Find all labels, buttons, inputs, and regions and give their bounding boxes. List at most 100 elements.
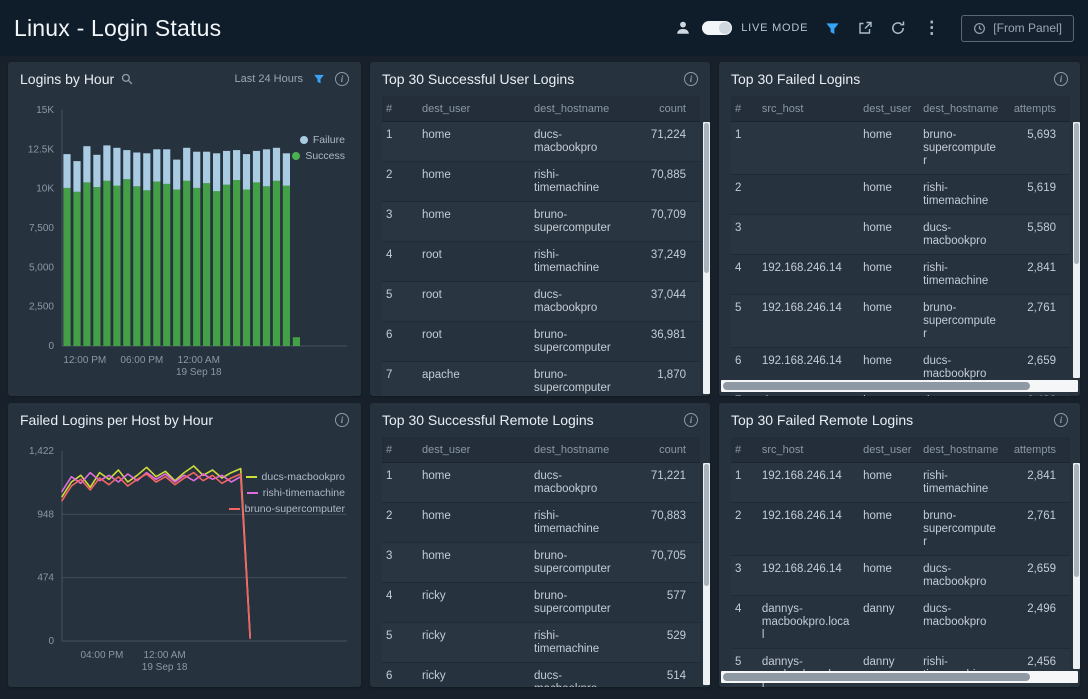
svg-text:0: 0 (48, 636, 54, 647)
refresh-icon[interactable] (890, 20, 906, 36)
zoom-icon[interactable] (121, 73, 133, 85)
scroll-thumb[interactable] (1074, 464, 1079, 577)
info-icon[interactable]: i (335, 413, 349, 427)
table-row[interactable]: 2homerishi-timemachine70,885 (382, 162, 700, 202)
chart-legend: FailureSuccess (292, 134, 345, 162)
time-range-selector[interactable]: [From Panel] (961, 15, 1074, 42)
table-cell: home (859, 503, 919, 556)
column-header[interactable]: dest_hostname (919, 96, 1006, 122)
vertical-scrollbar[interactable] (703, 122, 710, 394)
table-row[interactable]: 5rickyrishi-timemachine529 (382, 623, 700, 663)
table-cell: 71,221 (628, 463, 700, 503)
column-header[interactable]: # (382, 96, 418, 122)
table-cell: 4 (382, 583, 418, 623)
column-header[interactable]: dest_hostname (530, 96, 628, 122)
table-row[interactable]: 3192.168.246.14homeducs-macbookpro2,659 (731, 556, 1070, 596)
table-cell: 2,496 (1006, 596, 1070, 649)
table-row[interactable]: 1homebruno-supercomputer5,693 (731, 122, 1070, 175)
column-header[interactable]: src_host (758, 96, 859, 122)
scroll-thumb[interactable] (704, 464, 709, 586)
table-row[interactable]: 2homerishi-timemachine70,883 (382, 503, 700, 543)
column-header[interactable]: dest_hostname (919, 437, 1006, 463)
column-header[interactable]: count (628, 96, 700, 122)
table-cell: 70,885 (628, 162, 700, 202)
column-header[interactable]: count (628, 437, 700, 463)
info-icon[interactable]: i (1054, 413, 1068, 427)
panel-successful-remote-logins: Top 30 Successful Remote Logins i #dest_… (370, 403, 710, 687)
svg-text:7,500: 7,500 (29, 223, 54, 234)
table-cell: ducs-macbookpro (530, 463, 628, 503)
svg-text:15K: 15K (36, 105, 54, 116)
panel-filter-icon[interactable] (313, 73, 325, 85)
table-row[interactable]: 1192.168.246.14homerishi-timemachine2,84… (731, 463, 1070, 503)
column-header[interactable]: src_host (758, 437, 859, 463)
table-row[interactable]: 4192.168.246.14homerishi-timemachine2,84… (731, 255, 1070, 295)
table-cell: 192.168.246.14 (758, 295, 859, 348)
table-row[interactable]: 4rootrishi-timemachine37,249 (382, 242, 700, 282)
scroll-thumb[interactable] (723, 382, 1030, 390)
table-cell: ducs-macbookpro (919, 596, 1006, 649)
info-icon[interactable]: i (684, 72, 698, 86)
table-row[interactable]: 4dannys-macbookpro.localdannyducs-macboo… (731, 596, 1070, 649)
table-row[interactable]: 2192.168.246.14homebruno-supercomputer2,… (731, 503, 1070, 556)
panel-title: Top 30 Failed Remote Logins (731, 412, 913, 428)
panel-header: Failed Logins per Host by Hour i (8, 403, 361, 437)
column-header[interactable]: # (731, 96, 758, 122)
horizontal-scrollbar[interactable] (721, 671, 1078, 683)
panel-logins-by-hour: Logins by Hour Last 24 Hours i 15K12.5K1… (8, 62, 361, 396)
horizontal-scrollbar[interactable] (721, 380, 1078, 392)
column-header[interactable]: dest_user (859, 437, 919, 463)
table-cell: 192.168.246.14 (758, 556, 859, 596)
table-row[interactable]: 1homeducs-macbookpro71,221 (382, 463, 700, 503)
info-icon[interactable]: i (1054, 72, 1068, 86)
scroll-thumb[interactable] (723, 673, 1030, 681)
table-cell: 4 (382, 242, 418, 282)
scroll-thumb[interactable] (704, 123, 709, 273)
column-header[interactable]: dest_user (859, 96, 919, 122)
panel-time-range[interactable]: Last 24 Hours (235, 73, 303, 85)
table-cell: 192.168.246.14 (758, 503, 859, 556)
table-row[interactable]: 3homeducs-macbookpro5,580 (731, 215, 1070, 255)
filter-icon[interactable] (825, 21, 840, 36)
table-row[interactable]: 3homebruno-supercomputer70,705 (382, 543, 700, 583)
share-icon[interactable] (857, 20, 873, 36)
info-icon[interactable]: i (335, 72, 349, 86)
panel-title: Logins by Hour (20, 71, 114, 87)
column-header[interactable]: attempts (1006, 437, 1070, 463)
table-cell: bruno-supercomputer (530, 583, 628, 623)
table-clip: #src_hostdest_userdest_hostnameattempts1… (719, 437, 1080, 687)
vertical-scrollbar[interactable] (1073, 463, 1080, 669)
table-row[interactable]: 5192.168.246.14homebruno-supercomputer2,… (731, 295, 1070, 348)
column-header[interactable]: dest_user (418, 96, 530, 122)
column-header[interactable]: dest_hostname (530, 437, 628, 463)
more-menu-icon[interactable]: ⋮ (923, 18, 940, 38)
table-cell: home (418, 202, 530, 242)
vertical-scrollbar[interactable] (1073, 122, 1080, 378)
table-cell: ricky (418, 623, 530, 663)
column-header[interactable]: # (382, 437, 418, 463)
live-mode-toggle[interactable] (702, 21, 732, 35)
table-row[interactable]: 3homebruno-supercomputer70,709 (382, 202, 700, 242)
table-row[interactable]: 7apachebruno-supercomputer1,870 (382, 362, 700, 397)
panel-title: Top 30 Successful User Logins (382, 71, 574, 87)
table-row[interactable]: 5rootducs-macbookpro37,044 (382, 282, 700, 322)
toggle-knob (719, 22, 731, 34)
table-row[interactable]: 1homeducs-macbookpro71,224 (382, 122, 700, 162)
table-header-row: #src_hostdest_userdest_hostnameattempts (731, 437, 1070, 463)
column-header[interactable]: dest_user (418, 437, 530, 463)
table-row[interactable]: 6rootbruno-supercomputer36,981 (382, 322, 700, 362)
user-icon[interactable] (675, 20, 691, 36)
table-row[interactable]: 2homerishi-timemachine5,619 (731, 175, 1070, 215)
table-header-row: #dest_userdest_hostnamecount (382, 96, 700, 122)
dashboard-grid: Logins by Hour Last 24 Hours i 15K12.5K1… (0, 56, 1088, 699)
table-row[interactable]: 6rickyducs-macbookpro514 (382, 663, 700, 688)
table-row[interactable]: 4rickybruno-supercomputer577 (382, 583, 700, 623)
info-icon[interactable]: i (684, 413, 698, 427)
column-header[interactable]: # (731, 437, 758, 463)
column-header[interactable]: attempts (1006, 96, 1070, 122)
legend-item: Failure (300, 134, 345, 146)
table-cell: ducs-macbookpro (530, 122, 628, 162)
panel-failed-logins-per-host: Failed Logins per Host by Hour i 1,42294… (8, 403, 361, 687)
vertical-scrollbar[interactable] (703, 463, 710, 685)
scroll-thumb[interactable] (1074, 123, 1079, 264)
